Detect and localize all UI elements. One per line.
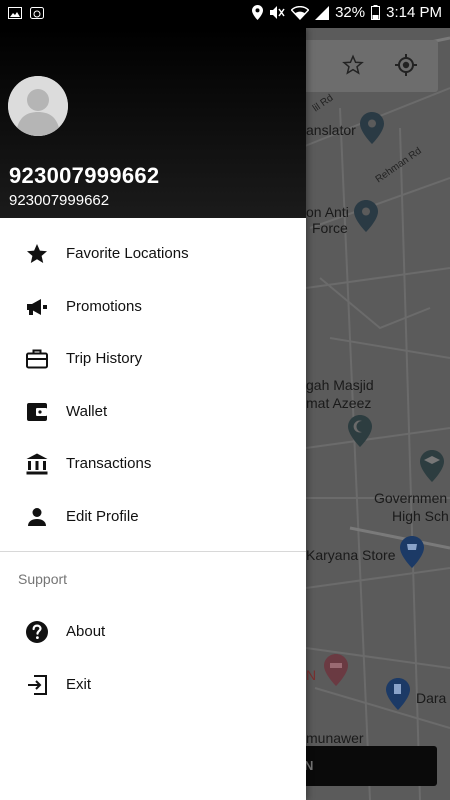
gauge-icon [30, 6, 44, 24]
menu-item-label: Transactions [66, 455, 152, 472]
megaphone-icon [25, 295, 49, 319]
menu-item-label: Wallet [66, 402, 108, 420]
map-place-label: Force [312, 220, 348, 236]
school-pin-icon[interactable] [420, 450, 444, 487]
favorite-star-icon[interactable] [342, 54, 364, 81]
map-action-button[interactable]: N [290, 746, 437, 786]
menu-item-label: Favorite Locations [66, 245, 189, 262]
map-place-label: on Anti [306, 204, 349, 220]
drawer-header: 923007999662 923007999662 [0, 28, 306, 218]
navigation-drawer: 923007999662 923007999662 Favorite Locat… [0, 28, 306, 800]
map-pin-icon[interactable] [360, 112, 384, 149]
gallery-icon [8, 6, 22, 24]
menu-item-wallet[interactable]: Wallet [0, 386, 306, 439]
map-pin-icon[interactable] [354, 200, 378, 237]
menu-item-transactions[interactable]: Transactions [0, 438, 306, 491]
wallet-icon [25, 400, 49, 424]
user-name: 923007999662 [9, 163, 160, 188]
battery-percent: 32% [335, 4, 366, 21]
map-place-label: munawer [306, 730, 364, 746]
fuel-pin-icon[interactable] [386, 678, 410, 715]
wifi-icon [291, 5, 310, 20]
menu-item-favorite-locations[interactable]: Favorite Locations [0, 228, 306, 281]
location-icon [252, 5, 264, 20]
shop-pin-icon[interactable] [400, 536, 424, 573]
avatar[interactable] [8, 76, 68, 136]
map-place-label: Dara I [416, 690, 450, 706]
briefcase-icon [25, 347, 49, 371]
my-location-icon[interactable] [394, 53, 418, 82]
map-place-label: anslator [306, 122, 356, 138]
menu-divider [0, 551, 306, 552]
exit-icon [25, 673, 49, 697]
help-icon [25, 620, 49, 644]
status-bar: 32% 3:14 PM [0, 0, 450, 28]
mosque-pin-icon[interactable] [348, 415, 372, 452]
hotel-pin-icon[interactable] [324, 654, 348, 691]
menu-item-promotions[interactable]: Promotions [0, 281, 306, 334]
map-place-label: N [306, 667, 317, 683]
star-icon [25, 242, 49, 266]
menu-item-exit[interactable]: Exit [0, 659, 306, 712]
menu-item-trip-history[interactable]: Trip History [0, 333, 306, 386]
map-place-label: Karyana Store [306, 547, 396, 563]
menu-item-label: Exit [66, 675, 92, 693]
map-place-label: High Sch [392, 508, 449, 524]
support-menu: About Exit [0, 606, 306, 711]
menu-item-label: About [66, 623, 106, 640]
battery-icon [371, 5, 381, 20]
person-icon [25, 505, 49, 529]
map-place-label: gah Masjid [306, 377, 374, 393]
menu-item-about[interactable]: About [0, 606, 306, 659]
person-silhouette-icon [8, 76, 68, 136]
menu-item-edit-profile[interactable]: Edit Profile [0, 491, 306, 544]
menu-item-label: Edit Profile [66, 507, 139, 525]
user-phone: 923007999662 [9, 192, 110, 209]
bank-icon [25, 452, 49, 476]
clock: 3:14 PM [386, 4, 442, 21]
map-place-label: Governmen [374, 490, 448, 506]
drawer-menu: Favorite Locations Promotions Trip Histo… [0, 228, 306, 543]
menu-item-label: Trip History [66, 350, 143, 367]
map-place-label: mat Azeez [306, 395, 372, 411]
signal-icon [315, 5, 330, 20]
mute-icon [269, 5, 285, 20]
menu-item-label: Promotions [66, 297, 142, 315]
support-section-title: Support [18, 571, 68, 587]
map-toolbar [290, 40, 438, 92]
